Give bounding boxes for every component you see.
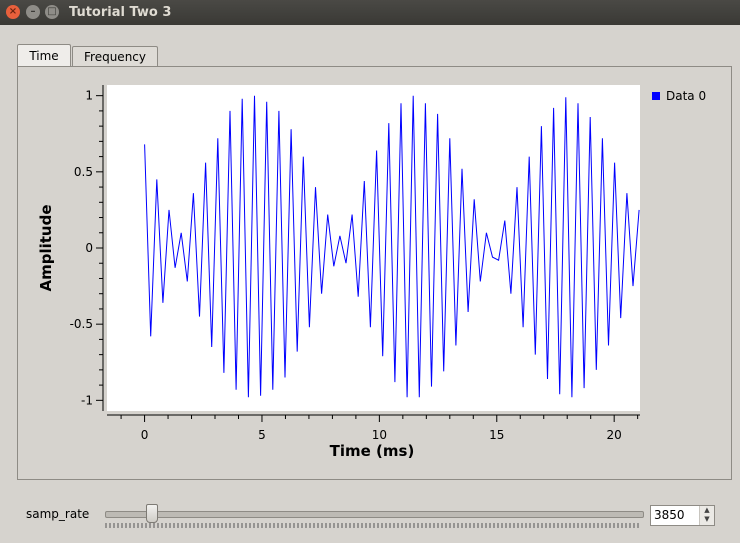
time-plot[interactable]: 1 0.5 0 -0.5 -1 0 5 10 15 20 Amplitude Time (ms)… (0, 0, 740, 543)
samp-rate-label: samp_rate (26, 507, 90, 521)
slider-ticks (105, 523, 639, 528)
spin-down-icon[interactable]: ▼ (700, 515, 714, 524)
legend-label-data-0: Data 0 (666, 89, 706, 103)
spin-arrows[interactable]: ▲ ▼ (699, 506, 714, 525)
y-tick-label: 1 (85, 89, 93, 103)
x-tick-label: 15 (489, 428, 504, 442)
spin-up-icon[interactable]: ▲ (700, 506, 714, 515)
samp-rate-spinbox[interactable]: ▲ ▼ (650, 505, 715, 526)
y-axis-label: Amplitude (37, 204, 55, 291)
x-axis-label: Time (ms) (330, 442, 415, 460)
legend-swatch-data-0 (652, 92, 660, 100)
x-tick-label: 0 (141, 428, 149, 442)
x-tick-label: 20 (607, 428, 622, 442)
y-tick-label: 0 (85, 241, 93, 255)
slider-groove[interactable] (105, 511, 644, 518)
y-tick-label: -0.5 (70, 317, 93, 331)
x-tick-label: 10 (372, 428, 387, 442)
slider-handle[interactable] (145, 504, 158, 523)
x-tick-label: 5 (258, 428, 266, 442)
y-tick-label: -1 (81, 393, 93, 407)
samp-rate-input[interactable] (654, 507, 696, 523)
samp-rate-slider[interactable] (105, 504, 644, 528)
y-tick-label: 0.5 (74, 165, 93, 179)
